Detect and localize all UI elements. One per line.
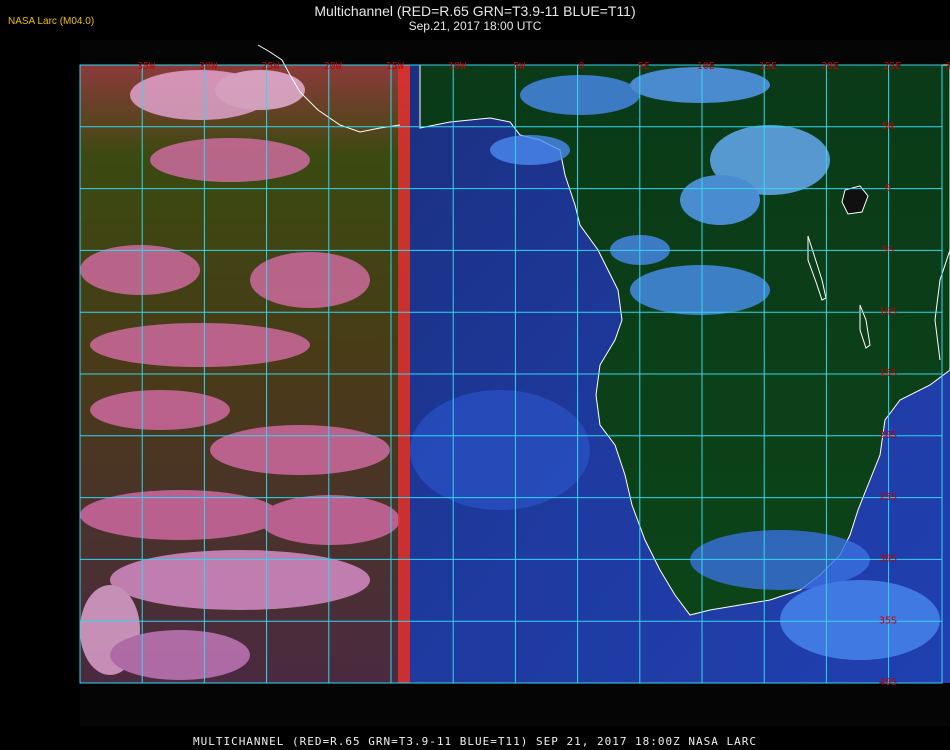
longitude-label: 15E	[759, 61, 777, 72]
longitude-label: 25E	[883, 61, 901, 72]
latitude-label: 20S	[879, 430, 897, 441]
latitude-label: 30S	[879, 554, 897, 565]
longitude-label: 5E	[638, 61, 650, 72]
latitude-label: 25S	[879, 492, 897, 503]
latitude-label: 5S	[882, 245, 894, 256]
longitude-label: 20W	[324, 61, 343, 72]
longitude-label: 5W	[513, 61, 526, 72]
longitude-label: 10E	[697, 61, 715, 72]
latitude-label: 40S	[879, 677, 897, 688]
latitude-label: 0	[885, 183, 891, 194]
latitude-label: 35S	[879, 615, 897, 626]
longitude-label: 35W	[137, 61, 156, 72]
longitude-label: 10W	[448, 61, 467, 72]
longitude-label: 25W	[261, 61, 280, 72]
latitude-label: 5N	[882, 121, 894, 132]
satellite-map: 35W 30W 25W 20W 15W 10W 5W 0 5E 10E 15E 20E 25E 30E 35…	[79, 40, 950, 726]
longitude-label: 30E	[946, 61, 950, 72]
longitude-label: 30W	[199, 61, 218, 72]
latitude-label: 10S	[879, 306, 897, 317]
longitude-label: 20E	[821, 61, 839, 72]
latitude-label: 15S	[879, 368, 897, 379]
footer-caption: MULTICHANNEL (RED=R.65 GRN=T3.9-11 BLUE=…	[192, 735, 758, 748]
longitude-label: 0	[578, 61, 584, 72]
longitude-label: 15W	[386, 61, 405, 72]
